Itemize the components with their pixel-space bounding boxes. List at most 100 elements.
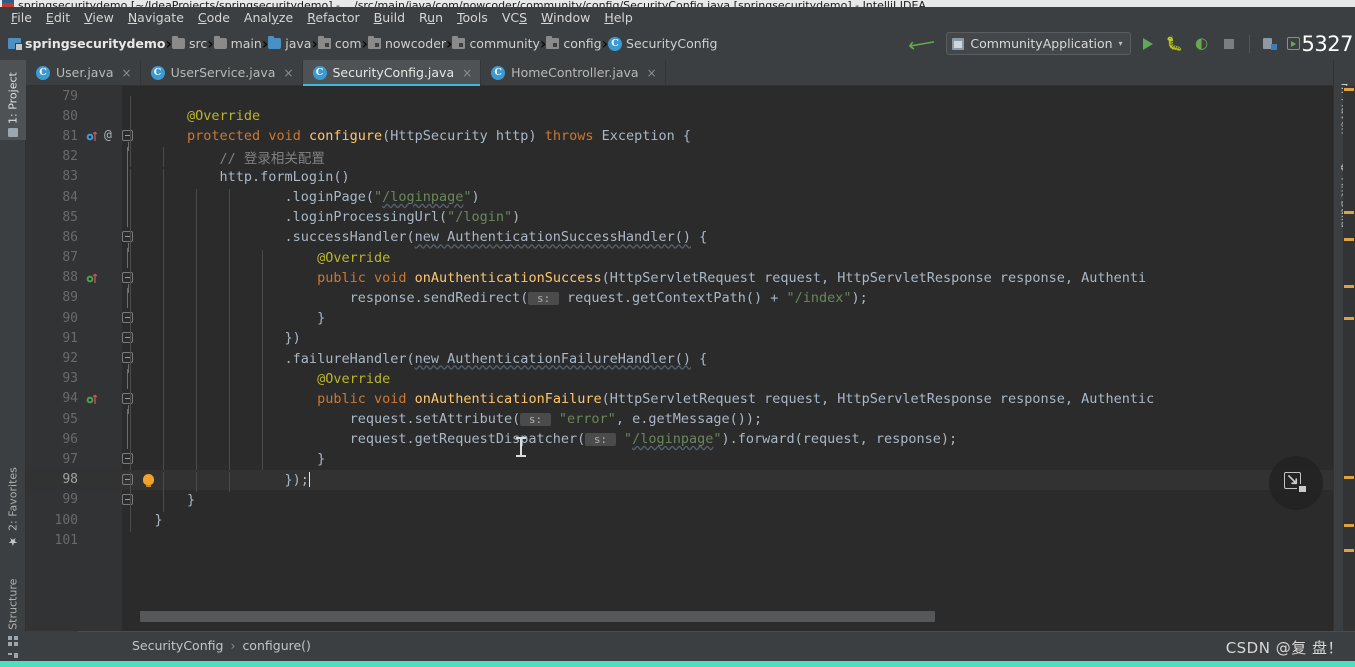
breadcrumb-item-main[interactable]: main	[213, 36, 262, 51]
gutter-marks[interactable]	[82, 186, 128, 208]
code-line[interactable]: 87 @Override	[26, 247, 1333, 270]
code-line[interactable]: 99 }	[26, 490, 1333, 513]
code-text[interactable]: @Override	[122, 108, 1333, 129]
code-line[interactable]: 85 .loginProcessingUrl("/login")	[26, 207, 1333, 230]
gutter-marks[interactable]	[82, 247, 128, 268]
code-line[interactable]: 80 @Override	[26, 106, 1333, 129]
restore-window-button[interactable]	[1269, 456, 1323, 510]
gutter-marks[interactable]	[82, 227, 133, 253]
status-breadcrumb-method[interactable]: configure()	[242, 638, 310, 653]
code-text[interactable]: .successHandler(new AuthenticationSucces…	[122, 229, 1333, 250]
code-line[interactable]: 91 })	[26, 328, 1333, 351]
stripe-marker[interactable]	[1344, 524, 1354, 527]
gutter-marks[interactable]	[82, 287, 128, 309]
breadcrumb-item-securityconfig[interactable]: C SecurityConfig	[608, 36, 717, 51]
menu-help[interactable]: Help	[597, 8, 640, 27]
tool-windows-quick-access-icon[interactable]	[8, 636, 20, 647]
code-text[interactable]: response.sendRedirect( s: request.getCon…	[122, 289, 1333, 311]
close-icon[interactable]: ×	[283, 66, 293, 80]
override-method-icon[interactable]	[86, 130, 98, 142]
code-line[interactable]: 96 request.getRequestDispatcher( s: "/lo…	[26, 429, 1333, 452]
code-text[interactable]: }	[122, 310, 1333, 331]
code-line[interactable]: 100 }	[26, 510, 1333, 533]
project-structure-button[interactable]	[1260, 34, 1280, 54]
code-line[interactable]: 81 @ protected void configure(HttpSecurit…	[26, 126, 1333, 152]
gutter-marks[interactable]	[82, 328, 133, 348]
stripe-marker[interactable]	[1344, 549, 1354, 552]
debug-button[interactable]: 🐛	[1165, 34, 1185, 54]
code-text[interactable]: })	[122, 330, 1333, 351]
gutter-marks[interactable]	[82, 207, 128, 228]
code-text[interactable]: @Override	[122, 370, 1333, 391]
gutter-marks[interactable]	[82, 166, 128, 187]
status-counter[interactable]: 5327	[1286, 32, 1354, 56]
code-text[interactable]: });	[122, 471, 1333, 492]
code-line[interactable]: 93 @Override	[26, 368, 1333, 391]
close-icon[interactable]: ×	[122, 66, 132, 80]
code-line[interactable]: 101	[26, 530, 1333, 550]
code-text[interactable]: // 登录相关配置	[122, 146, 1333, 167]
code-text[interactable]: public void onAuthenticationFailure(Http…	[122, 390, 1333, 412]
implementing-method-icon[interactable]	[86, 272, 98, 284]
stripe-marker[interactable]	[1344, 88, 1354, 91]
sidebar-item-project[interactable]: 1: Project	[0, 60, 26, 140]
code-line[interactable]: 86 .successHandler(new AuthenticationSuc…	[26, 227, 1333, 253]
gutter-marks[interactable]: @	[82, 126, 133, 152]
menu-analyze[interactable]: Analyze	[237, 8, 300, 27]
breadcrumb-item-config[interactable]: config	[546, 36, 602, 51]
breadcrumb-item-com[interactable]: com	[317, 36, 362, 51]
gutter-marks[interactable]	[82, 86, 122, 106]
code-line[interactable]: 79	[26, 86, 1333, 117]
code-line[interactable]: 94 public void onAuthenticationFailure(H…	[26, 389, 1333, 414]
menu-edit[interactable]: Edit	[39, 8, 77, 27]
code-line[interactable]: 83 http.formLogin()	[26, 166, 1333, 190]
gutter-marks[interactable]	[82, 530, 122, 550]
tab-securityconfig-java[interactable]: C SecurityConfig.java ×	[302, 60, 482, 86]
annotation-icon[interactable]: @	[104, 129, 112, 142]
coverage-button[interactable]: ◐	[1192, 34, 1212, 54]
status-breadcrumb-class[interactable]: SecurityConfig	[132, 638, 223, 653]
run-configuration-selector[interactable]: CommunityApplication ▾	[946, 32, 1131, 55]
code-line[interactable]: 88 public void onAuthenticationSuccess(H…	[26, 268, 1333, 293]
code-text[interactable]: }	[122, 491, 1333, 513]
breadcrumb-item-project[interactable]: springsecuritydemo	[8, 36, 166, 51]
sidebar-item-favorites[interactable]: ★ 2: Favorites	[0, 455, 26, 551]
gutter-marks[interactable]	[82, 106, 122, 126]
implementing-method-icon[interactable]	[86, 393, 98, 405]
code-text[interactable]: .loginPage("/loginpage")	[122, 189, 1333, 210]
menu-file[interactable]: File	[4, 8, 39, 27]
breadcrumb-item-src[interactable]: src	[171, 36, 207, 51]
code-text[interactable]: protected void configure(HttpSecurity ht…	[122, 128, 1333, 149]
code-line[interactable]: 89 response.sendRedirect( s: request.get…	[26, 287, 1333, 311]
tab-homecontroller-java[interactable]: C HomeController.java ×	[481, 60, 666, 85]
code-text[interactable]: }	[122, 451, 1333, 472]
code-line[interactable]: 84 .loginPage("/loginpage")	[26, 186, 1333, 210]
scrollbar-thumb[interactable]	[140, 611, 935, 622]
code-line[interactable]: 90 }	[26, 308, 1333, 331]
breadcrumb-item-nowcoder[interactable]: nowcoder	[367, 36, 446, 51]
menu-vcs[interactable]: VCS	[495, 8, 534, 27]
menu-tools[interactable]: Tools	[450, 8, 495, 27]
horizontal-scrollbar[interactable]	[140, 611, 1333, 622]
stripe-marker[interactable]	[1344, 285, 1354, 288]
code-text[interactable]: @Override	[122, 249, 1333, 270]
stripe-marker[interactable]	[1344, 317, 1354, 320]
stop-button[interactable]	[1219, 34, 1239, 54]
code-text[interactable]: }	[122, 512, 1333, 533]
back-arrow-icon[interactable]: ⟵	[906, 30, 937, 56]
stripe-marker[interactable]	[1344, 211, 1354, 214]
code-line[interactable]: 82 // 登录相关配置	[26, 146, 1333, 167]
gutter-marks[interactable]	[82, 348, 133, 374]
code-line[interactable]: 95 request.setAttribute( s: "error", e.g…	[26, 409, 1333, 432]
code-text[interactable]: http.formLogin()	[122, 168, 1333, 190]
error-stripe-gutter[interactable]	[1343, 86, 1355, 631]
code-line[interactable]: 97 }	[26, 449, 1333, 472]
code-text[interactable]: .loginProcessingUrl("/login")	[122, 209, 1333, 230]
code-text[interactable]: public void onAuthenticationSuccess(Http…	[122, 269, 1333, 290]
menu-run[interactable]: Run	[412, 8, 450, 27]
breadcrumb-item-community[interactable]: community	[452, 36, 540, 51]
stripe-marker[interactable]	[1344, 238, 1354, 241]
tab-user-java[interactable]: C User.java ×	[26, 60, 141, 85]
gutter-marks[interactable]	[82, 449, 133, 469]
code-editor[interactable]: 79 80 @Override 81 @ protected void configu…	[26, 86, 1333, 631]
